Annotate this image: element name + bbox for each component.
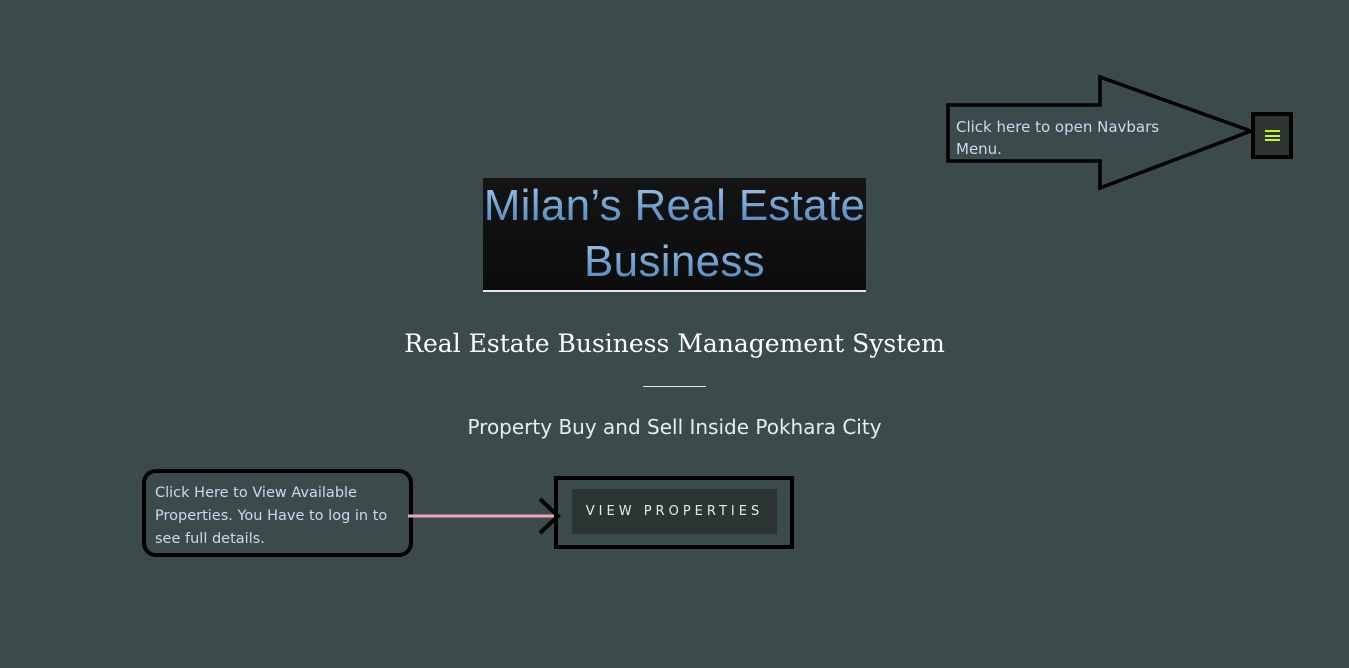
view-properties-button[interactable]: VIEW PROPERTIES	[572, 489, 777, 534]
logo-text-line-2: Business	[483, 234, 866, 290]
navbar-callout-text: Click here to open Navbars Menu.	[956, 118, 1160, 158]
logo-text-line-1: Milan’s Real Estate	[483, 178, 866, 234]
site-logo: Milan’s Real Estate Business	[483, 178, 866, 292]
view-properties-callout: Click Here to View Available Properties.…	[142, 469, 413, 557]
title-divider	[643, 386, 706, 387]
view-properties-callout-text: Click Here to View Available Properties.…	[155, 485, 388, 547]
page-subtitle: Property Buy and Sell Inside Pokhara Cit…	[467, 415, 882, 439]
page-title: Real Estate Business Management System	[404, 329, 945, 358]
callout-connector-arrow	[408, 497, 561, 535]
navbar-menu-toggle-button[interactable]	[1251, 112, 1293, 159]
hamburger-menu-icon	[1264, 130, 1280, 141]
